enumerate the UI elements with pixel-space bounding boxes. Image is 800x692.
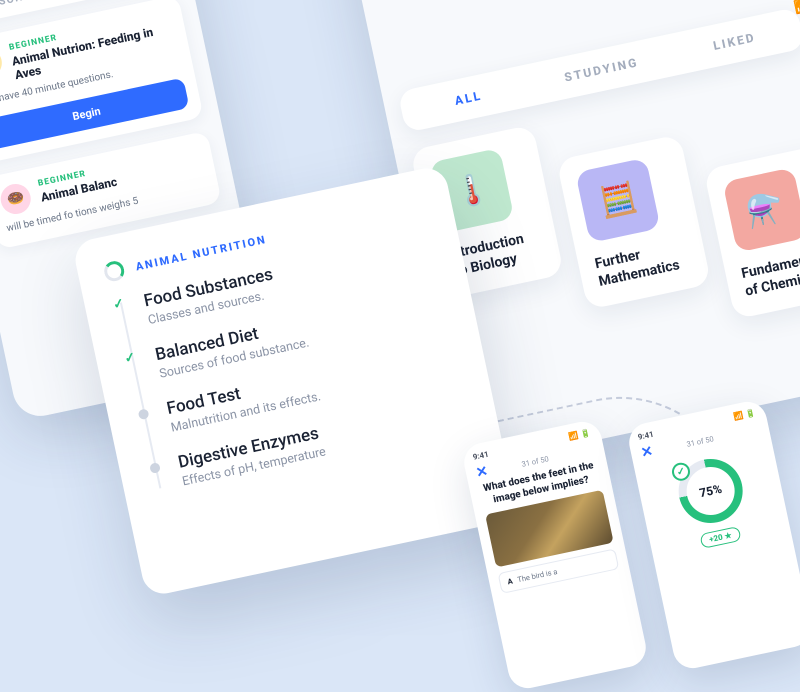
flask-icon: ⚗️ xyxy=(722,167,800,252)
subject-card-chemistry[interactable]: ⚗️ Fundamentals of Chemisty xyxy=(703,144,800,320)
progress-ring-icon xyxy=(102,259,126,283)
calculator-icon: 🧮 xyxy=(576,158,661,243)
flower-icon: 🌺 xyxy=(0,45,5,81)
status-icons: 📶 🔋 xyxy=(733,408,756,421)
score-percent: 75% xyxy=(682,463,739,520)
clock: 9:41 xyxy=(472,450,490,462)
status-icons: 📶 🔋 xyxy=(568,428,591,441)
points-pill: +20 ★ xyxy=(699,526,742,549)
tab-liked[interactable]: LIKED xyxy=(664,7,800,76)
result-screen: 9:41📶 🔋 ✕ 31 of 50 75% ✓ +20 ★ xyxy=(626,398,800,672)
curriculum-label: ANIMAL NUTRITION xyxy=(134,232,267,272)
subject-title: Fundamentals of Chemisty xyxy=(740,247,800,301)
donut-icon: 🍩 xyxy=(0,181,33,217)
clock: 9:41 xyxy=(637,430,655,442)
subject-card-maths[interactable]: 🧮 Further Mathematics xyxy=(557,134,711,310)
curriculum-card: ANIMAL NUTRITION Food Substances Classes… xyxy=(72,164,519,597)
tab-all[interactable]: ALL xyxy=(398,63,540,132)
subject-title: Further Mathematics xyxy=(593,237,692,291)
tab-studying[interactable]: STUDYING xyxy=(531,35,673,104)
